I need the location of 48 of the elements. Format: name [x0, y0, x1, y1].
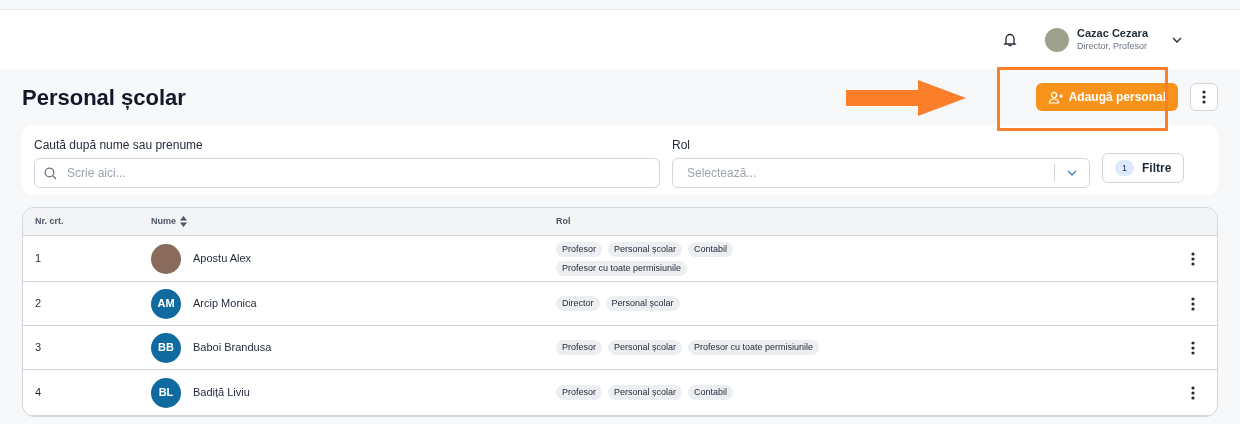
more-icon — [1191, 296, 1195, 311]
role-tag: Profesor cu toate permisiunile — [688, 340, 820, 355]
row-number: 3 — [35, 341, 42, 354]
staff-name: Arcip Monica — [193, 296, 257, 312]
more-icon — [1191, 385, 1195, 400]
search-icon — [44, 167, 57, 180]
row-number: 2 — [35, 297, 42, 310]
initials-avatar: BL — [151, 377, 181, 408]
role-tag: Profesor — [556, 241, 602, 257]
row-number: 1 — [35, 252, 42, 265]
user-roles: Director, Profesor — [1077, 40, 1148, 52]
role-tag: Profesor cu toate permisiunile — [556, 260, 688, 276]
column-header[interactable]: Nume — [151, 214, 176, 229]
user-name: Cazac Cezara — [1077, 27, 1148, 41]
more-icon — [1191, 251, 1195, 266]
role-tag: Personal școlar — [608, 241, 683, 257]
role-tag: Contabil — [688, 385, 734, 400]
chevron-down-icon — [1067, 170, 1077, 176]
column-header: Nr. crt. — [35, 215, 64, 226]
chevron-down-icon[interactable] — [1172, 36, 1182, 43]
staff-name: Apostu Alex — [193, 251, 252, 267]
more-icon — [1191, 340, 1195, 355]
role-tag: Profesor — [556, 340, 602, 355]
notification-bell-icon[interactable] — [1003, 32, 1018, 47]
filters-button[interactable]: 1 Filtre — [1102, 153, 1185, 183]
sort-icon[interactable] — [180, 216, 187, 227]
filter-count-badge: 1 — [1115, 160, 1134, 176]
role-tag: Contabil — [688, 241, 734, 257]
user-avatar[interactable] — [1045, 27, 1070, 52]
role-tag: Personal școlar — [605, 296, 680, 311]
role-tag: Personal școlar — [608, 385, 683, 400]
search-label: Caută după nume sau prenume — [34, 137, 204, 154]
role-tag: Personal școlar — [608, 340, 683, 355]
search-field[interactable]: Scrie aici... — [34, 158, 660, 188]
role-tag: Director — [556, 296, 600, 311]
role-tag: Profesor — [556, 385, 602, 400]
initials-avatar: AM — [151, 288, 181, 319]
photo-placeholder — [151, 243, 181, 274]
add-user-icon — [1047, 90, 1064, 104]
more-icon — [1202, 90, 1206, 104]
role-label: Rol — [672, 137, 691, 154]
page-title: Personal școlar — [22, 83, 186, 112]
staff-name: Badiță Liviu — [193, 385, 250, 401]
more-options-button[interactable] — [1190, 83, 1218, 111]
row-number: 4 — [35, 386, 42, 399]
initials-avatar: BB — [151, 332, 181, 363]
staff-name: Baboi Brandusa — [193, 340, 272, 356]
column-header: Rol — [556, 215, 571, 226]
